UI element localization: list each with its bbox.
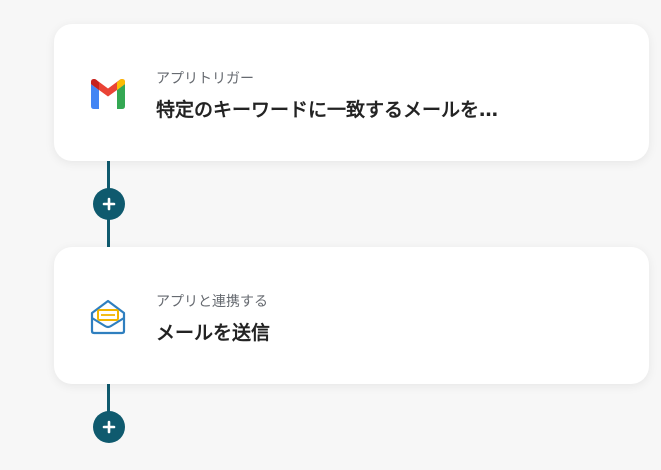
- mail-envelope-icon: [87, 296, 129, 338]
- plus-icon: [102, 197, 116, 211]
- step-card-trigger[interactable]: アプリトリガー 特定のキーワードに一致するメールを…: [54, 24, 649, 161]
- plus-icon: [102, 420, 116, 434]
- add-step-button[interactable]: [93, 188, 125, 220]
- step-subtitle: アプリと連携する: [156, 294, 268, 310]
- step-card-action[interactable]: アプリと連携する メールを送信: [54, 247, 649, 384]
- step-subtitle: アプリトリガー: [156, 71, 254, 87]
- add-step-button[interactable]: [93, 411, 125, 443]
- step-title: メールを送信: [156, 322, 271, 344]
- step-title: 特定のキーワードに一致するメールを…: [156, 99, 499, 121]
- gmail-icon: [87, 73, 129, 115]
